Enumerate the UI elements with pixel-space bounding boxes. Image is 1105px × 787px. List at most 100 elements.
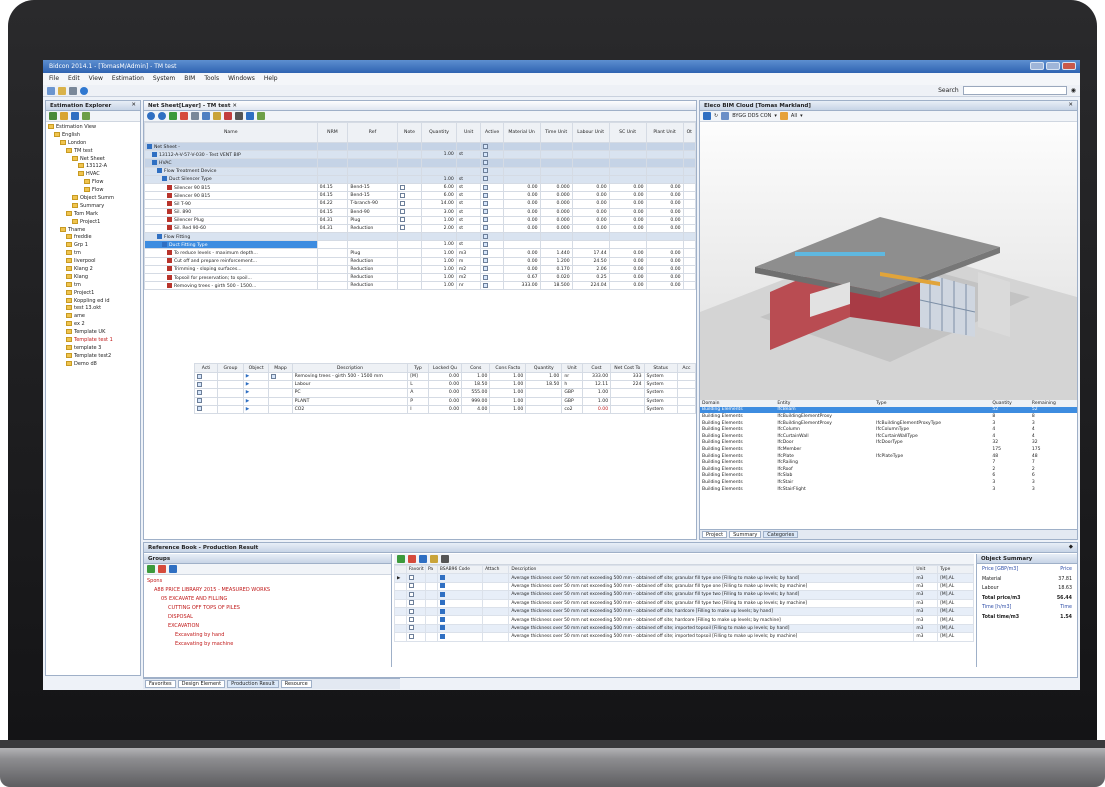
description-cell[interactable]: Average thickness over 50 mm not exceedi…: [508, 606, 915, 617]
code-cell[interactable]: [436, 615, 484, 625]
description-cell[interactable]: PC: [291, 388, 409, 398]
column-header[interactable]: NRM: [316, 122, 349, 143]
attach-cell[interactable]: [482, 581, 510, 592]
tree-node[interactable]: Koppling ed id: [48, 297, 138, 306]
grid-cell[interactable]: [316, 264, 349, 275]
grid-cell[interactable]: 1.00: [421, 248, 457, 258]
column-header[interactable]: Domain: [700, 400, 775, 407]
description-cell[interactable]: Average thickness over 50 mm not exceedi…: [508, 598, 915, 608]
column-header[interactable]: Material Un: [502, 122, 541, 143]
grid-cell[interactable]: 0.00: [608, 207, 647, 217]
net-cost-cell[interactable]: 224: [610, 380, 645, 390]
unit-cell[interactable]: GBP: [561, 396, 583, 406]
group-cell[interactable]: [217, 388, 244, 398]
grid-cell[interactable]: [316, 272, 349, 283]
type-cell[interactable]: [M],AL: [937, 623, 974, 634]
grid-cell[interactable]: [682, 256, 696, 266]
active-checkbox[interactable]: [483, 168, 489, 174]
column-header[interactable]: Unit: [455, 122, 482, 143]
ifc-row[interactable]: Building Elements IfcColumn IfcColumnType 4…: [700, 426, 1077, 433]
column-header[interactable]: Remaining: [1030, 400, 1077, 407]
grid-cell[interactable]: [421, 232, 457, 242]
grid-cell[interactable]: [316, 240, 349, 250]
grid-cell[interactable]: [682, 158, 696, 168]
cons-cell[interactable]: 1.00: [461, 371, 491, 382]
cost-cell[interactable]: 1.00: [581, 396, 612, 406]
grid-row[interactable]: Flow Fitting: [144, 232, 696, 242]
net-sheet-tab[interactable]: Net Sheet[Layer] - TM test ✕: [144, 101, 696, 111]
group-node[interactable]: EXCAVATION: [147, 623, 388, 632]
grid-cell[interactable]: 18.500: [539, 281, 573, 291]
mapp-cell[interactable]: [268, 371, 293, 382]
column-header[interactable]: Net Cost To: [610, 363, 645, 373]
grid-cell[interactable]: [396, 256, 423, 266]
column-header[interactable]: Acc: [676, 363, 696, 373]
grid-cell[interactable]: [539, 141, 573, 152]
grid-cell[interactable]: [502, 166, 541, 176]
grid-cell[interactable]: 0.00: [645, 182, 684, 193]
grid-cell[interactable]: [480, 240, 504, 250]
group-node[interactable]: DISPOSAL: [147, 614, 388, 623]
grid-cell[interactable]: [396, 264, 423, 275]
quantity-cell[interactable]: 1.00: [525, 371, 563, 382]
pa-cell[interactable]: [424, 615, 438, 625]
column-header[interactable]: Type: [874, 400, 990, 407]
column-header[interactable]: Active: [480, 122, 504, 143]
grid-cell[interactable]: 333.00: [502, 281, 541, 291]
tab-design-element[interactable]: Design Element: [177, 680, 226, 688]
type-cell[interactable]: I: [407, 404, 429, 414]
description-cell[interactable]: Average thickness over 50 mm not exceedi…: [508, 573, 915, 583]
add-row-icon[interactable]: [169, 112, 177, 120]
grid-cell[interactable]: Plug: [347, 215, 398, 225]
type-cell[interactable]: [M],AL: [937, 615, 974, 625]
grid-cell[interactable]: Plug: [347, 248, 398, 258]
grid-cell[interactable]: Bend-15: [347, 182, 398, 193]
cost-cell[interactable]: 1.00: [581, 388, 612, 398]
result-row[interactable]: Average thickness over 50 mm not exceedi…: [394, 606, 974, 617]
cloud-icon[interactable]: [703, 112, 711, 120]
pin-icon[interactable]: ◆: [1069, 544, 1073, 550]
grid-cell[interactable]: Bend-15: [347, 191, 398, 201]
grid-cell[interactable]: [480, 264, 504, 275]
object-arrow-icon[interactable]: ▶: [246, 382, 250, 387]
grid-cell[interactable]: st: [455, 199, 482, 209]
ifc-row[interactable]: Building Elements IfcBuildingElementProxy…: [700, 413, 1077, 420]
grid-cell[interactable]: 0.00: [502, 191, 541, 201]
grid-cell[interactable]: [480, 199, 504, 209]
grid-cell[interactable]: Reduction: [347, 256, 398, 266]
code-cell[interactable]: [436, 573, 484, 583]
pin-icon[interactable]: ✕: [131, 102, 136, 108]
acc-cell[interactable]: [676, 388, 696, 398]
grid-cell[interactable]: [682, 264, 696, 275]
net-cost-cell[interactable]: [610, 396, 645, 406]
code-cell[interactable]: [436, 623, 484, 634]
grid-cell[interactable]: 0.170: [539, 264, 573, 275]
active-checkbox[interactable]: [197, 381, 202, 387]
net-cost-cell[interactable]: 333: [610, 371, 645, 382]
group-node[interactable]: Excavating by hand: [147, 632, 388, 641]
cons-factor-cell[interactable]: 1.00: [489, 380, 527, 390]
mapp-cell[interactable]: [268, 404, 293, 414]
favorite-checkbox[interactable]: [408, 633, 414, 639]
active-checkbox[interactable]: [483, 200, 489, 206]
acc-cell[interactable]: [676, 396, 696, 406]
grid-cell[interactable]: [396, 215, 423, 225]
quantity-cell[interactable]: [525, 404, 563, 414]
grid-cell[interactable]: 04.31: [316, 223, 349, 234]
grid-row[interactable]: Flow Treatment Device: [144, 166, 696, 176]
grid-cell[interactable]: 0.00: [571, 182, 610, 193]
column-header[interactable]: Status: [643, 363, 678, 373]
grid-cell[interactable]: m2: [455, 264, 482, 275]
menu-item-windows[interactable]: Windows: [228, 75, 255, 83]
grid-cell[interactable]: [455, 158, 482, 168]
cons-cell[interactable]: 999.00: [461, 396, 491, 406]
filter-icon[interactable]: [779, 112, 788, 120]
grid-cell[interactable]: 2.00: [421, 223, 457, 234]
grid-cell[interactable]: [682, 150, 696, 160]
code-cell[interactable]: [436, 581, 484, 592]
pa-cell[interactable]: [424, 581, 438, 592]
mapp-checkbox[interactable]: [271, 373, 277, 379]
column-header[interactable]: Time Unit: [539, 122, 573, 143]
grid-cell[interactable]: [571, 240, 610, 250]
column-header[interactable]: Quantity: [421, 122, 457, 143]
